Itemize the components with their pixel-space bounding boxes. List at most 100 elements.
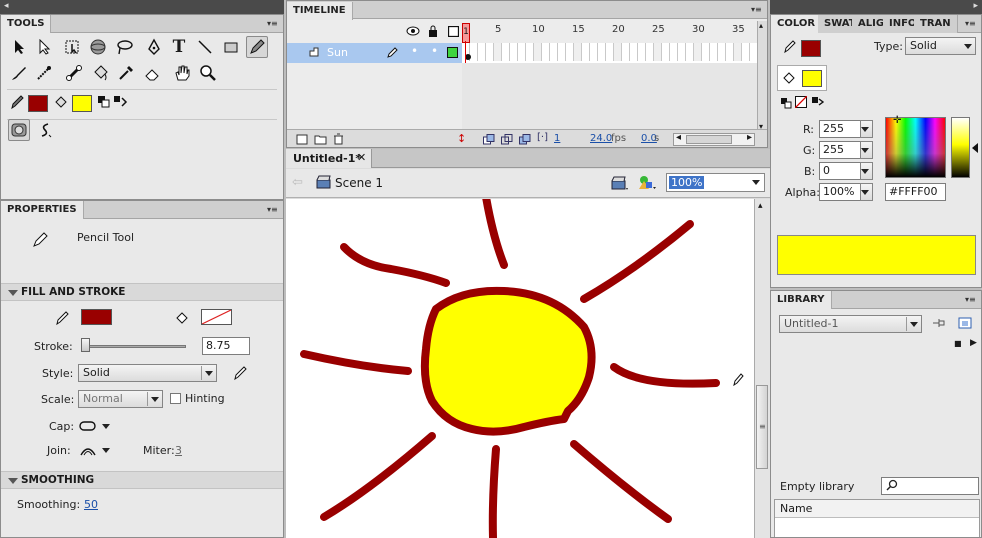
scale-dropdown[interactable]: Normal: [78, 390, 163, 408]
frame-cell[interactable]: [486, 43, 494, 61]
timeline-hscrollbar[interactable]: ◂ ▸: [673, 132, 755, 146]
hand-tool-icon[interactable]: [171, 62, 193, 84]
frame-cell[interactable]: [678, 43, 686, 61]
layer-row-sun[interactable]: Sun • •: [287, 43, 462, 63]
frame-cell[interactable]: [558, 43, 566, 61]
layer-outline-color-icon[interactable]: [447, 47, 458, 58]
cap-round-icon[interactable]: [77, 415, 99, 437]
name-column-header[interactable]: Name: [775, 500, 979, 518]
collapse-left-icon[interactable]: ◂: [4, 1, 9, 11]
fps-value[interactable]: 24.0: [590, 133, 612, 144]
frame-cell[interactable]: [630, 43, 638, 61]
frame-cell[interactable]: [494, 43, 502, 61]
pencil-mode-smooth-icon[interactable]: [35, 119, 57, 141]
color-fill-swatch[interactable]: [802, 70, 822, 87]
scroll-up-icon[interactable]: ▴: [758, 201, 763, 211]
timeline-tab[interactable]: TIMELINE: [287, 2, 353, 20]
stage-scroll-thumb[interactable]: ≡: [756, 385, 768, 469]
zoom-dropdown[interactable]: 100%: [666, 173, 765, 192]
library-play-icon[interactable]: ▶: [970, 338, 977, 348]
frame-cell[interactable]: [662, 43, 670, 61]
frame-cell[interactable]: [598, 43, 606, 61]
fill-selector[interactable]: [777, 65, 827, 91]
prop-stroke-color-swatch[interactable]: [81, 309, 112, 325]
frame-cell[interactable]: [534, 43, 542, 61]
modify-onion-markers-icon[interactable]: [·]: [537, 132, 548, 143]
onion-skin-icon[interactable]: [483, 134, 495, 147]
black-white-icon[interactable]: [780, 97, 792, 112]
lock-dot-icon[interactable]: •: [431, 44, 438, 58]
properties-tab[interactable]: PROPERTIES: [1, 201, 84, 219]
brightness-pointer-icon[interactable]: [972, 143, 978, 153]
cap-dropdown-arrow-icon[interactable]: [102, 424, 110, 429]
frame-cell[interactable]: [694, 43, 702, 61]
edit-scene-icon[interactable]: [611, 175, 629, 194]
scroll-up-icon[interactable]: ▴: [759, 21, 763, 30]
center-frame-icon[interactable]: ↕: [457, 132, 466, 145]
outline-icon[interactable]: [445, 23, 461, 39]
color-type-dropdown[interactable]: Solid: [905, 37, 976, 55]
b-slider-arrow[interactable]: [860, 162, 873, 180]
edit-multiple-frames-icon[interactable]: [519, 134, 531, 147]
playhead-marker[interactable]: 1: [462, 23, 470, 43]
stroke-slider-track[interactable]: [81, 345, 186, 348]
frame-cell[interactable]: [542, 43, 550, 61]
rectangle-tool-icon[interactable]: [220, 36, 242, 58]
smoothing-section-header[interactable]: SMOOTHING: [1, 471, 283, 489]
miter-value[interactable]: 3: [175, 444, 182, 457]
frame-ruler[interactable]: 5 10 15 20 25 30 35: [462, 21, 757, 43]
new-library-panel-icon[interactable]: [958, 317, 972, 332]
frame-cell[interactable]: [550, 43, 558, 61]
tools-tab[interactable]: TOOLS: [1, 15, 52, 33]
pencil-tool-icon[interactable]: [246, 36, 268, 58]
show-hide-eye-icon[interactable]: [405, 23, 421, 39]
fill-color-swatch[interactable]: [72, 95, 92, 112]
tab-transform[interactable]: TRAN: [914, 15, 958, 33]
frame-cell[interactable]: [502, 43, 510, 61]
library-document-dropdown[interactable]: Untitled-1: [779, 315, 922, 333]
panel-menu-icon[interactable]: ▾≡: [751, 6, 763, 14]
brightness-slider[interactable]: [951, 117, 970, 178]
edit-stroke-style-pencil-icon[interactable]: [229, 362, 251, 384]
zoom-value[interactable]: 100%: [669, 176, 705, 189]
onion-skin-outlines-icon[interactable]: [501, 134, 513, 147]
frame-cell[interactable]: [710, 43, 718, 61]
frame-cell[interactable]: [606, 43, 614, 61]
pen-tool-icon[interactable]: [143, 36, 165, 58]
join-dropdown-arrow-icon[interactable]: [102, 448, 110, 453]
3d-rotation-tool-icon[interactable]: [87, 36, 109, 58]
scroll-thumb[interactable]: [686, 135, 732, 144]
frame-cell[interactable]: [518, 43, 526, 61]
swap-colors-icon[interactable]: [811, 96, 825, 111]
line-tool-icon[interactable]: [194, 36, 216, 58]
document-tab[interactable]: Untitled-1* ✕: [286, 149, 372, 168]
frame-cell[interactable]: [734, 43, 742, 61]
frame-cell[interactable]: [638, 43, 646, 61]
frame-cell[interactable]: [646, 43, 654, 61]
collapse-right-icon[interactable]: ▸: [973, 1, 978, 11]
frame-cell[interactable]: [590, 43, 598, 61]
text-tool-icon[interactable]: T: [168, 36, 190, 58]
frame-cell[interactable]: [470, 43, 478, 61]
scroll-right-icon[interactable]: ▸: [747, 132, 752, 143]
right-panel-collapse-strip[interactable]: ▸: [770, 0, 982, 14]
r-field[interactable]: 255: [819, 120, 861, 138]
lock-icon[interactable]: [425, 23, 441, 39]
smoothing-value[interactable]: 50: [84, 498, 98, 511]
current-frame-value[interactable]: 1: [554, 133, 560, 144]
object-drawing-icon[interactable]: [8, 119, 30, 141]
brush-tool-icon[interactable]: [8, 62, 30, 84]
paint-bucket-tool-icon[interactable]: [89, 62, 111, 84]
frame-cell[interactable]: [510, 43, 518, 61]
frame-cell[interactable]: [654, 43, 662, 61]
close-tab-icon[interactable]: ✕: [357, 151, 366, 164]
panel-menu-icon[interactable]: ▾≡: [965, 20, 977, 28]
lasso-tool-icon[interactable]: [113, 36, 135, 58]
color-spectrum[interactable]: ✛: [885, 115, 946, 178]
g-field[interactable]: 255: [819, 141, 861, 159]
frame-cell[interactable]: [614, 43, 622, 61]
frame-cell[interactable]: [742, 43, 750, 61]
style-dropdown[interactable]: Solid: [78, 364, 217, 382]
frame-cell[interactable]: [622, 43, 630, 61]
library-stop-icon[interactable]: ■: [954, 339, 962, 348]
